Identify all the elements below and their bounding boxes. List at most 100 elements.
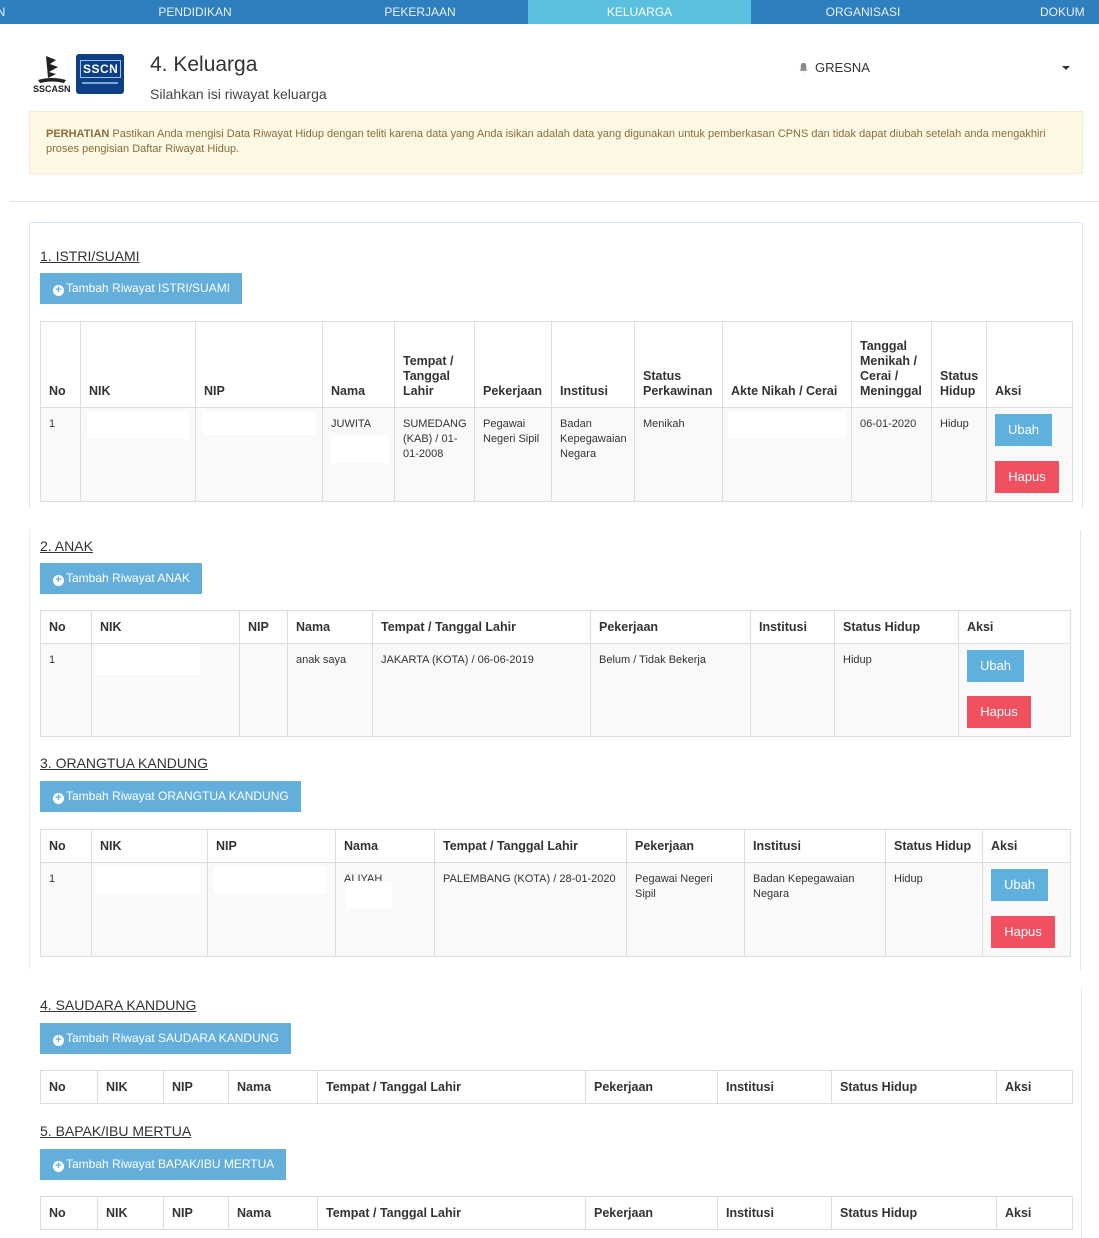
- section-title-saudara: 4. SAUDARA KANDUNG: [40, 997, 197, 1013]
- col-pekerjaan: Pekerjaan: [626, 829, 745, 863]
- edit-button[interactable]: Ubah: [995, 414, 1052, 446]
- redacted-nip: [202, 411, 316, 435]
- saudara-table: No NIK NIP Nama Tempat / Tanggal Lahir P…: [40, 1070, 1073, 1104]
- col-pekerjaan: Pekerjaan: [474, 321, 552, 408]
- cell-pekerjaan: Pegawai Negeri Sipil: [626, 862, 745, 957]
- section-title-orangtua: 3. ORANGTUA KANDUNG: [40, 755, 209, 771]
- add-mertua-button[interactable]: + Tambah Riwayat BAPAK/IBU MERTUA: [40, 1149, 287, 1180]
- tab-keluarga[interactable]: KELUARGA: [528, 0, 751, 24]
- table-row: 1 ALIYAH PALEMBANG (KOTA) / 28-01-2020 P…: [40, 862, 1071, 957]
- cell-nip: [239, 643, 288, 737]
- istri-suami-table: No NIK NIP Nama Tempat / Tanggal Lahir P…: [40, 321, 1073, 502]
- col-nik: NIK: [91, 829, 208, 863]
- add-orangtua-button[interactable]: + Tambah Riwayat ORANGTUA KANDUNG: [40, 781, 301, 812]
- user-menu[interactable]: GRESNA: [798, 60, 870, 75]
- top-nav: N PENDIDIKAN PEKERJAAN KELUARGA ORGANISA…: [0, 0, 1099, 24]
- table-header-row: No NIK NIP Nama Tempat / Tanggal Lahir P…: [40, 321, 1073, 408]
- mertua-table: No NIK NIP Nama Tempat / Tanggal Lahir P…: [40, 1196, 1073, 1230]
- plus-circle-icon: +: [53, 575, 64, 586]
- warning-alert: PERHATIAN Pastikan Anda mengisi Data Riw…: [29, 111, 1083, 174]
- anak-table: No NIK NIP Nama Tempat / Tanggal Lahir P…: [40, 610, 1071, 737]
- redacted-akte: [728, 411, 846, 439]
- add-anak-button[interactable]: + Tambah Riwayat ANAK: [40, 563, 203, 594]
- cell-aksi: Ubah Hapus: [986, 407, 1073, 502]
- cell-status-hidup: Hidup: [834, 643, 959, 737]
- sscn-badge-underline: [82, 82, 118, 84]
- delete-button[interactable]: Hapus: [995, 461, 1059, 493]
- add-saudara-button[interactable]: + Tambah Riwayat SAUDARA KANDUNG: [40, 1023, 291, 1054]
- redacted-nama: [331, 435, 389, 463]
- add-saudara-label: Tambah Riwayat SAUDARA KANDUNG: [66, 1031, 279, 1045]
- cell-nama: JUWITA: [322, 407, 395, 502]
- col-nip: NIP: [207, 829, 336, 863]
- col-nama: Nama: [228, 1070, 318, 1104]
- cell-no: 1: [40, 407, 81, 502]
- cell-no: 1: [40, 862, 92, 957]
- col-ttl: Tempat / Tanggal Lahir: [317, 1196, 586, 1230]
- tab-pekerjaan[interactable]: PEKERJAAN: [305, 0, 535, 24]
- table-row: 1 JUWITA SUMEDANG (KAB) / 01-01-2008 Peg…: [40, 407, 1073, 502]
- cell-status-hidup: Hidup: [885, 862, 983, 957]
- bell-icon: [799, 62, 808, 73]
- caret-down-icon[interactable]: [1062, 66, 1070, 70]
- col-nik: NIK: [80, 321, 196, 408]
- delete-button[interactable]: Hapus: [991, 916, 1055, 948]
- edit-button[interactable]: Ubah: [967, 650, 1024, 682]
- cell-institusi: Badan Kepegawaian Negara: [744, 862, 886, 957]
- col-ttl: Tempat / Tanggal Lahir: [317, 1070, 586, 1104]
- tab-organisasi[interactable]: ORGANISASI: [751, 0, 975, 24]
- col-nik: NIK: [91, 610, 240, 644]
- scales-logo-icon: SSCASN: [33, 56, 71, 94]
- col-status-perkawinan: Status Perkawinan: [634, 321, 723, 408]
- col-ttl: Tempat / Tanggal Lahir: [394, 321, 475, 408]
- orangtua-table: No NIK NIP Nama Tempat / Tanggal Lahir P…: [40, 829, 1071, 957]
- col-pekerjaan: Pekerjaan: [585, 1196, 718, 1230]
- sscn-badge: SSCN: [76, 54, 124, 94]
- redacted-nik: [96, 866, 200, 894]
- col-institusi: Institusi: [551, 321, 635, 408]
- tab-pendidikan[interactable]: PENDIDIKAN: [80, 0, 310, 24]
- cell-ttl: JAKARTA (KOTA) / 06-06-2019: [372, 643, 591, 737]
- col-pekerjaan: Pekerjaan: [585, 1070, 718, 1104]
- col-nik: NIK: [97, 1070, 164, 1104]
- col-no: No: [40, 829, 92, 863]
- section-title-anak: 2. ANAK: [40, 538, 93, 554]
- tab-dokumen[interactable]: DOKUM: [1040, 0, 1099, 24]
- cell-status-perkawinan: Menikah: [634, 407, 723, 502]
- col-aksi: Aksi: [958, 610, 1071, 644]
- cell-nik: [80, 407, 196, 502]
- col-ttl: Tempat / Tanggal Lahir: [372, 610, 591, 644]
- edit-button[interactable]: Ubah: [991, 869, 1048, 901]
- add-istri-suami-button[interactable]: + Tambah Riwayat ISTRI/SUAMI: [40, 273, 243, 304]
- redacted-nik: [87, 411, 189, 439]
- col-nama: Nama: [335, 829, 435, 863]
- cell-institusi: Badan Kepegawaian Negara: [551, 407, 635, 502]
- cell-institusi: [750, 643, 835, 737]
- col-aksi: Aksi: [996, 1070, 1073, 1104]
- tab-previous[interactable]: N: [0, 0, 8, 24]
- plus-circle-icon: +: [53, 285, 64, 296]
- section-title-mertua: 5. BAPAK/IBU MERTUA: [40, 1123, 192, 1139]
- col-no: No: [40, 321, 81, 408]
- col-nip: NIP: [195, 321, 323, 408]
- cell-status-hidup: Hidup: [931, 407, 987, 502]
- logo-caption: SSCASN: [33, 84, 71, 94]
- col-nip: NIP: [163, 1196, 229, 1230]
- cell-nik: [91, 862, 208, 957]
- col-nip: NIP: [163, 1070, 229, 1104]
- cell-ttl: SUMEDANG (KAB) / 01-01-2008: [394, 407, 475, 502]
- cell-aksi: Ubah Hapus: [958, 643, 1071, 737]
- col-institusi: Institusi: [717, 1196, 832, 1230]
- cell-akte: [722, 407, 852, 502]
- table-header-row: No NIK NIP Nama Tempat / Tanggal Lahir P…: [40, 829, 1071, 863]
- delete-button[interactable]: Hapus: [967, 696, 1031, 728]
- redacted-nama: [346, 881, 392, 909]
- col-nama: Nama: [287, 610, 373, 644]
- user-name: GRESNA: [815, 60, 870, 75]
- cell-pekerjaan: Belum / Tidak Bekerja: [590, 643, 751, 737]
- cell-tanggal: 06-01-2020: [851, 407, 932, 502]
- sscn-badge-text: SSCN: [80, 60, 122, 78]
- plus-circle-icon: +: [53, 793, 64, 804]
- cell-nip: [207, 862, 336, 957]
- alert-label: PERHATIAN: [46, 128, 110, 140]
